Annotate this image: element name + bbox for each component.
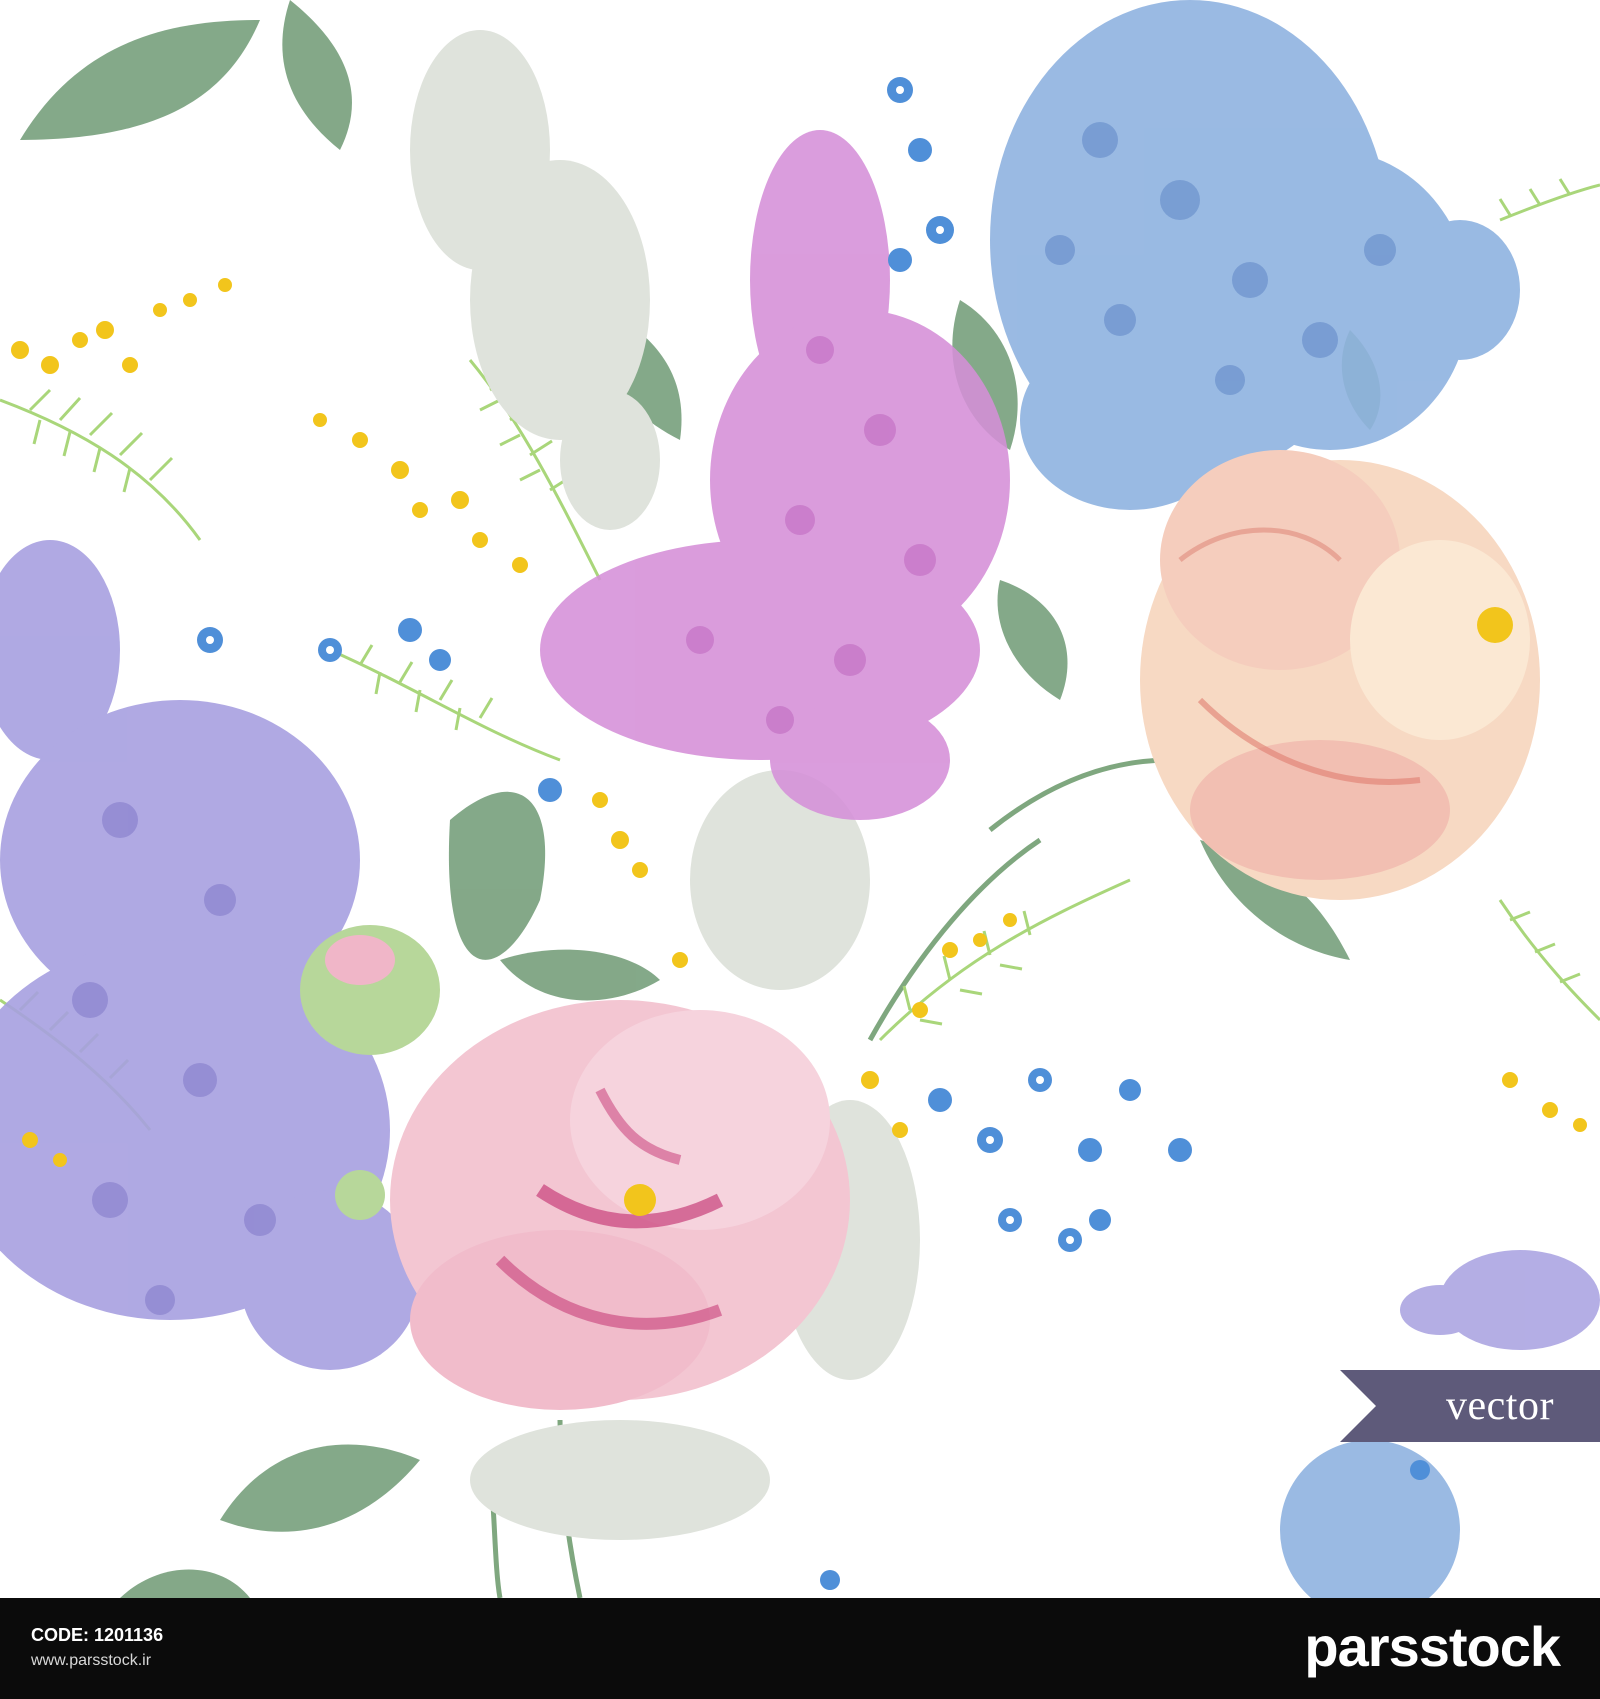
image-code-label: CODE: 1201136 xyxy=(31,1625,164,1645)
parsstock-logo: parsstock xyxy=(1304,1615,1561,1678)
watercolor-flowers-illustration xyxy=(0,0,1600,1598)
floral-pattern-image: vector CODE: 1201136 www.parsstock.ir pa… xyxy=(0,0,1600,1699)
website-url: www.parsstock.ir xyxy=(31,1652,152,1669)
vector-badge-label: vector xyxy=(1446,1383,1554,1429)
